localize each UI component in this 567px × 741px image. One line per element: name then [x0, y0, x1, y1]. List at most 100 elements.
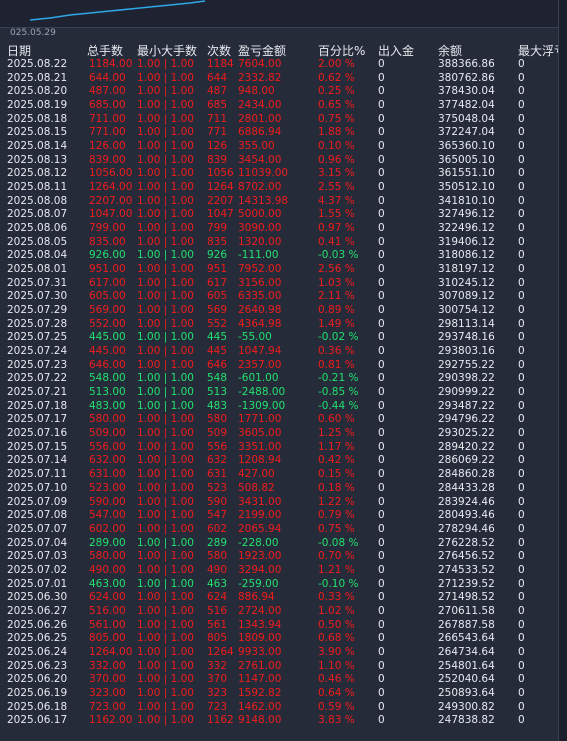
cell-max-float: 0 — [518, 99, 525, 112]
table-row[interactable]: 2025.07.02 490.00 1.00 | 1.00 490 3294.00 1.2… — [0, 564, 567, 578]
table-row[interactable]: 2025.07.08 547.00 1.00 | 1.00 547 2199.00 0.7… — [0, 509, 567, 523]
header-pnl[interactable]: 盈亏金额 — [238, 42, 286, 59]
cell-count: 771 — [207, 126, 228, 139]
table-row[interactable]: 2025.06.30 624.00 1.00 | 1.00 624 886.94 0.33… — [0, 591, 567, 605]
header-min-max-lots[interactable]: 最小大手数 — [137, 42, 197, 59]
table-row[interactable]: 2025.08.14 126.00 1.00 | 1.00 126 355.00 0.10… — [0, 140, 567, 154]
table-row[interactable]: 2025.07.22 548.00 1.00 | 1.00 548 -601.00 -0.… — [0, 372, 567, 386]
table-row[interactable]: 2025.07.21 513.00 1.00 | 1.00 513 -2488.00 -0… — [0, 386, 567, 400]
table-row[interactable]: 2025.07.04 289.00 1.00 | 1.00 289 -228.00 -0.… — [0, 537, 567, 551]
cell-total-lots: 624.00 — [89, 591, 126, 604]
table-row[interactable]: 2025.08.04 926.00 1.00 | 1.00 926 -111.00 -0.… — [0, 249, 567, 263]
header-count[interactable]: 次数 — [207, 42, 231, 59]
table-row[interactable]: 2025.08.07 1047.00 1.00 | 1.00 1047 5000.00 1… — [0, 208, 567, 222]
header-in-out[interactable]: 出入金 — [378, 42, 414, 59]
table-row[interactable]: 2025.06.26 561.00 1.00 | 1.00 561 1343.94 0.5… — [0, 619, 567, 633]
cell-in-out: 0 — [378, 140, 385, 153]
table-row[interactable]: 2025.08.21 644.00 1.00 | 1.00 644 2332.82 0.6… — [0, 72, 567, 86]
table-row[interactable]: 2025.07.23 646.00 1.00 | 1.00 646 2357.00 0.8… — [0, 359, 567, 373]
table-row[interactable]: 2025.06.18 723.00 1.00 | 1.00 723 1462.00 0.5… — [0, 701, 567, 715]
cell-date: 2025.06.26 — [7, 618, 68, 631]
cell-total-lots: 617.00 — [89, 276, 126, 289]
cell-max-float: 0 — [518, 673, 525, 686]
table-row[interactable]: 2025.07.14 632.00 1.00 | 1.00 632 1208.94 0.4… — [0, 454, 567, 468]
table-row[interactable]: 2025.07.01 463.00 1.00 | 1.00 463 -259.00 -0.… — [0, 578, 567, 592]
cell-balance: 274533.52 — [438, 563, 495, 576]
equity-curve — [29, 0, 206, 21]
cell-min-max-lots: 1.00 | 1.00 — [137, 495, 194, 508]
table-row[interactable]: 2025.07.11 631.00 1.00 | 1.00 631 427.00 0.15… — [0, 468, 567, 482]
cell-max-float: 0 — [518, 577, 525, 590]
cell-count: 617 — [207, 276, 228, 289]
table-row[interactable]: 2025.07.16 509.00 1.00 | 1.00 509 3605.00 1.2… — [0, 427, 567, 441]
cell-in-out: 0 — [378, 112, 385, 125]
table-row[interactable]: 2025.06.20 370.00 1.00 | 1.00 370 1147.00 0.4… — [0, 673, 567, 687]
table-row[interactable]: 2025.08.06 799.00 1.00 | 1.00 799 3090.00 0.9… — [0, 222, 567, 236]
table-row[interactable]: 2025.07.30 605.00 1.00 | 1.00 605 6335.00 2.1… — [0, 290, 567, 304]
daily-stats-table[interactable]: 2025.08.22 1184.00 1.00 | 1.00 1184 7604.00 2… — [0, 58, 567, 728]
cell-pnl: 6335.00 — [238, 290, 282, 303]
cell-pnl: -1309.00 — [238, 399, 286, 412]
cell-balance: 294796.22 — [438, 413, 495, 426]
header-total-lots[interactable]: 总手数 — [87, 42, 123, 59]
table-row[interactable]: 2025.08.01 951.00 1.00 | 1.00 951 7952.00 2.5… — [0, 263, 567, 277]
cell-max-float: 0 — [518, 71, 525, 84]
table-row[interactable]: 2025.06.24 1264.00 1.00 | 1.00 1264 9933.00 3… — [0, 646, 567, 660]
cell-pnl: -111.00 — [238, 249, 279, 262]
table-row[interactable]: 2025.06.27 516.00 1.00 | 1.00 516 2724.00 1.0… — [0, 605, 567, 619]
cell-total-lots: 569.00 — [89, 304, 126, 317]
vertical-scrollbar[interactable] — [558, 0, 567, 741]
table-row[interactable]: 2025.07.24 445.00 1.00 | 1.00 445 1047.94 0.3… — [0, 345, 567, 359]
cell-pct: 0.75 % — [318, 112, 355, 125]
cell-in-out: 0 — [378, 604, 385, 617]
cell-balance: 266543.64 — [438, 632, 495, 645]
table-row[interactable]: 2025.07.10 523.00 1.00 | 1.00 523 508.82 0.18… — [0, 482, 567, 496]
header-date[interactable]: 日期 — [7, 42, 31, 59]
cell-max-float: 0 — [518, 181, 525, 194]
table-row[interactable]: 2025.07.31 617.00 1.00 | 1.00 617 3156.00 1.0… — [0, 277, 567, 291]
table-row[interactable]: 2025.08.19 685.00 1.00 | 1.00 685 2434.00 0.6… — [0, 99, 567, 113]
cell-in-out: 0 — [378, 413, 385, 426]
cell-count: 490 — [207, 563, 228, 576]
cell-in-out: 0 — [378, 358, 385, 371]
table-row[interactable]: 2025.08.18 711.00 1.00 | 1.00 711 2801.00 0.7… — [0, 113, 567, 127]
table-row[interactable]: 2025.08.11 1264.00 1.00 | 1.00 1264 8702.00 2… — [0, 181, 567, 195]
table-row[interactable]: 2025.08.20 487.00 1.00 | 1.00 487 948.00 0.25… — [0, 85, 567, 99]
cell-in-out: 0 — [378, 194, 385, 207]
table-row[interactable]: 2025.06.23 332.00 1.00 | 1.00 332 2761.00 1.1… — [0, 660, 567, 674]
table-row[interactable]: 2025.08.13 839.00 1.00 | 1.00 839 3454.00 0.9… — [0, 154, 567, 168]
table-row[interactable]: 2025.07.03 580.00 1.00 | 1.00 580 1923.00 0.7… — [0, 550, 567, 564]
table-row[interactable]: 2025.08.15 771.00 1.00 | 1.00 771 6886.94 1.8… — [0, 126, 567, 140]
table-row[interactable]: 2025.07.28 552.00 1.00 | 1.00 552 4364.98 1.4… — [0, 318, 567, 332]
cell-total-lots: 323.00 — [89, 686, 126, 699]
table-row[interactable]: 2025.07.09 590.00 1.00 | 1.00 590 3431.00 1.2… — [0, 496, 567, 510]
cell-count: 602 — [207, 522, 228, 535]
header-balance[interactable]: 余额 — [438, 42, 462, 59]
table-row[interactable]: 2025.06.19 323.00 1.00 | 1.00 323 1592.82 0.6… — [0, 687, 567, 701]
cell-date: 2025.08.11 — [7, 181, 68, 194]
table-row[interactable]: 2025.06.25 805.00 1.00 | 1.00 805 1809.00 0.6… — [0, 632, 567, 646]
table-row[interactable]: 2025.07.18 483.00 1.00 | 1.00 483 -1309.00 -0… — [0, 400, 567, 414]
cell-pnl: 1923.00 — [238, 550, 282, 563]
table-row[interactable]: 2025.08.12 1056.00 1.00 | 1.00 1056 11039.00… — [0, 167, 567, 181]
cell-pct: 0.81 % — [318, 358, 355, 371]
cell-date: 2025.07.03 — [7, 550, 68, 563]
table-row[interactable]: 2025.07.15 556.00 1.00 | 1.00 556 3351.00 1.1… — [0, 441, 567, 455]
cell-count: 569 — [207, 304, 228, 317]
table-row[interactable]: 2025.08.08 2207.00 1.00 | 1.00 2207 14313.98… — [0, 195, 567, 209]
table-row[interactable]: 2025.06.17 1162.00 1.00 | 1.00 1162 9148.00 3… — [0, 714, 567, 728]
header-pct[interactable]: 百分比% — [318, 42, 365, 59]
equity-chart-area[interactable] — [0, 0, 558, 28]
table-row[interactable]: 2025.08.22 1184.00 1.00 | 1.00 1184 7604.00 2… — [0, 58, 567, 72]
cell-date: 2025.07.31 — [7, 276, 68, 289]
cell-pnl: 11039.00 — [238, 167, 289, 180]
table-row[interactable]: 2025.07.29 569.00 1.00 | 1.00 569 2640.98 0.8… — [0, 304, 567, 318]
cell-in-out: 0 — [378, 659, 385, 672]
cell-count: 685 — [207, 99, 228, 112]
table-row[interactable]: 2025.07.07 602.00 1.00 | 1.00 602 2065.94 0.7… — [0, 523, 567, 537]
table-row[interactable]: 2025.07.17 580.00 1.00 | 1.00 580 1771.00 0.6… — [0, 413, 567, 427]
cell-total-lots: 602.00 — [89, 522, 126, 535]
table-row[interactable]: 2025.07.25 445.00 1.00 | 1.00 445 -55.00 -0.0… — [0, 331, 567, 345]
table-row[interactable]: 2025.08.05 835.00 1.00 | 1.00 835 1320.00 0.4… — [0, 236, 567, 250]
cell-pct: 1.55 % — [318, 208, 355, 221]
